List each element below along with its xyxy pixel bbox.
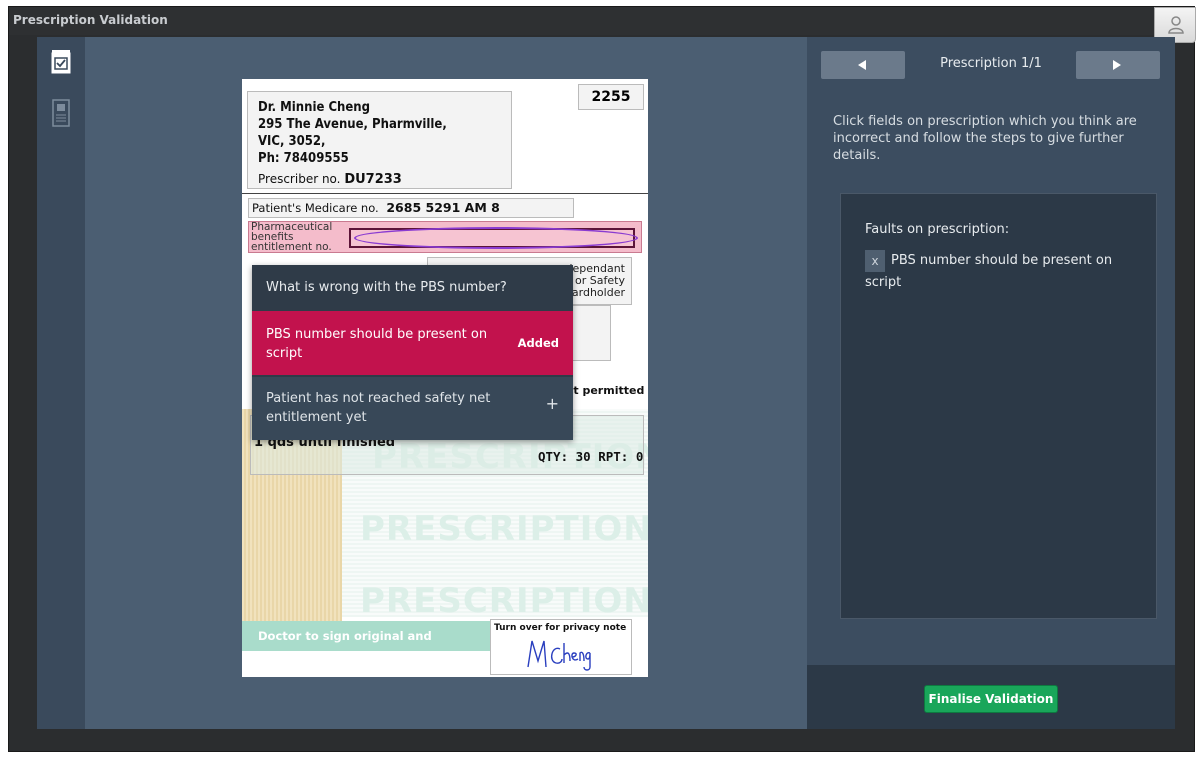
privacy-note: Turn over for privacy note — [494, 623, 627, 633]
prescription-viewer: Dr. Minnie Cheng 295 The Avenue, Pharmvi… — [85, 37, 807, 729]
pbs-entitlement-field[interactable]: Pharmaceutical benefits entitlement no. — [248, 221, 642, 253]
remove-fault-button[interactable]: x — [865, 250, 885, 272]
watermark: PRESCRIPTION — [360, 509, 648, 549]
document-icon[interactable] — [50, 99, 72, 127]
faults-title: Faults on prescription: — [865, 222, 1010, 237]
signature — [527, 640, 591, 671]
dropdown-question: What is wrong with the PBS number? — [266, 280, 507, 295]
pbs-label-line: entitlement no. — [251, 241, 332, 253]
watermark: PRESCRIPTION — [360, 581, 648, 621]
fault-option-present-on-script[interactable]: PBS number should be present on script A… — [252, 311, 573, 375]
user-icon — [1168, 16, 1184, 34]
prescriber-value: DU7233 — [344, 172, 402, 187]
title-bar: Prescription Validation — [9, 7, 1196, 35]
divider — [242, 193, 648, 194]
prescriber-number: Prescriber no. DU7233 — [258, 172, 402, 187]
validation-panel: Prescription 1/1 Click fields on prescri… — [807, 37, 1175, 729]
faults-list: Faults on prescription: x PBS number shou… — [840, 193, 1157, 619]
panel-footer: Finalise Validation — [807, 665, 1175, 729]
add-option-button[interactable]: + — [546, 394, 559, 413]
selection-highlight — [354, 227, 638, 249]
medicare-field[interactable]: Patient's Medicare no. 2685 5291 AM 8 — [248, 198, 574, 218]
dependant-line: ardholder — [571, 286, 625, 299]
quantity-repeats: QTY: 30 RPT: 0 — [538, 449, 644, 464]
option-label: Patient has not reached safety net entit… — [266, 391, 491, 425]
checklist-icon[interactable] — [50, 49, 72, 75]
address-line-2: VIC, 3052, — [258, 134, 326, 149]
doctor-name: Dr. Minnie Cheng — [258, 100, 370, 115]
address-line-1: 295 The Avenue, Pharmville, — [258, 117, 447, 132]
fault-item: x PBS number should be present on script — [865, 250, 1145, 294]
sign-note: Doctor to sign original and duplicate — [242, 621, 490, 673]
phone: Ph: 78409555 — [258, 151, 349, 166]
added-badge: Added — [517, 336, 559, 350]
pbs-label: Pharmaceutical benefits entitlement no. — [251, 222, 332, 253]
medicare-value: 2685 5291 AM 8 — [386, 200, 500, 215]
script-number-field[interactable]: 2255 — [578, 84, 644, 110]
pbs-fault-dropdown: What is wrong with the PBS number? PBS n… — [252, 265, 573, 440]
prescriber-label: Prescriber no. — [258, 172, 341, 186]
window-title: Prescription Validation — [13, 13, 168, 27]
fault-text: PBS number should be present on script — [865, 253, 1113, 290]
next-prescription-button[interactable] — [1076, 51, 1160, 79]
prescriber-details-field[interactable]: Dr. Minnie Cheng 295 The Avenue, Pharmvi… — [247, 91, 512, 189]
fault-option-safety-net[interactable]: Patient has not reached safety net entit… — [252, 377, 573, 440]
app-window: Prescription Validation Dr. Minnie Cheng… — [8, 6, 1196, 752]
finalise-validation-button[interactable]: Finalise Validation — [924, 685, 1058, 713]
left-rail — [37, 37, 85, 729]
option-label: PBS number should be present on script — [266, 327, 488, 361]
arrow-right-icon — [1113, 60, 1121, 70]
medicare-label: Patient's Medicare no. — [252, 201, 379, 215]
instructions-text: Click fields on prescription which you t… — [833, 114, 1137, 163]
